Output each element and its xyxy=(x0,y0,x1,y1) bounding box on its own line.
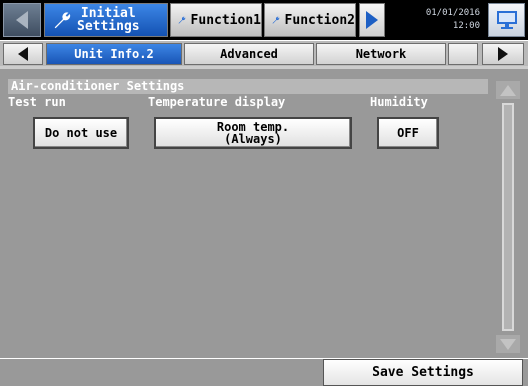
sub-tab-bar: Unit Info.2 Advanced Network xyxy=(0,40,528,66)
wrench-icon xyxy=(272,16,280,24)
tab-label-line2: Settings xyxy=(77,19,140,34)
save-settings-label: Save Settings xyxy=(372,365,474,380)
bottom-bar: Save Settings xyxy=(0,358,528,386)
sub-next-button[interactable] xyxy=(482,43,524,65)
tab-function1-label: Function1 xyxy=(190,12,261,28)
tab-network[interactable]: Network xyxy=(316,43,446,65)
top-next-button[interactable] xyxy=(359,3,385,37)
test-run-button[interactable]: Do not use xyxy=(33,117,129,149)
right-arrow-icon xyxy=(366,11,378,29)
right-arrow-icon xyxy=(498,47,508,61)
test-run-value: Do not use xyxy=(44,126,118,140)
tab-function2[interactable]: Function2 xyxy=(264,3,356,37)
tab-initial-settings[interactable]: Initial Settings xyxy=(44,3,168,37)
datetime-display: 01/01/2016 12:00 xyxy=(386,4,484,36)
monitor-icon xyxy=(496,11,517,29)
wrench-icon xyxy=(178,16,186,24)
tab-blank[interactable] xyxy=(448,43,478,65)
tab-network-label: Network xyxy=(355,47,407,61)
tab-unit-info-2[interactable]: Unit Info.2 xyxy=(46,43,182,65)
sub-prev-button[interactable] xyxy=(3,43,43,65)
tab-unit-info-2-label: Unit Info.2 xyxy=(74,47,154,61)
tab-function1[interactable]: Function1 xyxy=(170,3,262,37)
temperature-display-button[interactable]: Room temp. (Always) xyxy=(154,117,352,149)
wrench-icon xyxy=(54,12,71,29)
date-text: 01/01/2016 xyxy=(425,8,480,18)
tab-advanced-label: Advanced xyxy=(220,47,278,61)
scroll-up-button[interactable] xyxy=(496,81,520,99)
tab-initial-settings-label: Initial Settings xyxy=(77,7,140,33)
test-run-label: Test run xyxy=(8,95,66,109)
up-arrow-icon xyxy=(500,84,516,96)
time-text: 12:00 xyxy=(452,21,480,31)
scrollbar[interactable] xyxy=(496,81,520,353)
temperature-display-line2: (Always) xyxy=(224,132,282,146)
temperature-display-value: Room temp. (Always) xyxy=(217,121,289,145)
temperature-display-label: Temperature display xyxy=(148,95,286,109)
down-arrow-icon xyxy=(500,338,516,350)
scroll-down-button[interactable] xyxy=(496,335,520,353)
section-title: Air-conditioner Settings xyxy=(8,79,488,94)
scroll-thumb[interactable] xyxy=(502,103,514,331)
top-bar: Initial Settings Function1 Function2 01/… xyxy=(0,0,528,40)
humidity-button[interactable]: OFF xyxy=(377,117,439,149)
left-arrow-icon xyxy=(18,47,28,61)
monitor-button[interactable] xyxy=(488,3,525,37)
humidity-value: OFF xyxy=(397,126,419,140)
humidity-label: Humidity xyxy=(370,95,428,109)
left-arrow-icon xyxy=(16,11,28,29)
top-prev-button[interactable] xyxy=(3,3,41,37)
tab-advanced[interactable]: Advanced xyxy=(184,43,314,65)
tab-function2-label: Function2 xyxy=(284,12,355,28)
save-settings-button[interactable]: Save Settings xyxy=(323,359,523,386)
settings-panel: Air-conditioner Settings Test run Temper… xyxy=(0,66,528,358)
screen: Initial Settings Function1 Function2 01/… xyxy=(0,0,528,386)
